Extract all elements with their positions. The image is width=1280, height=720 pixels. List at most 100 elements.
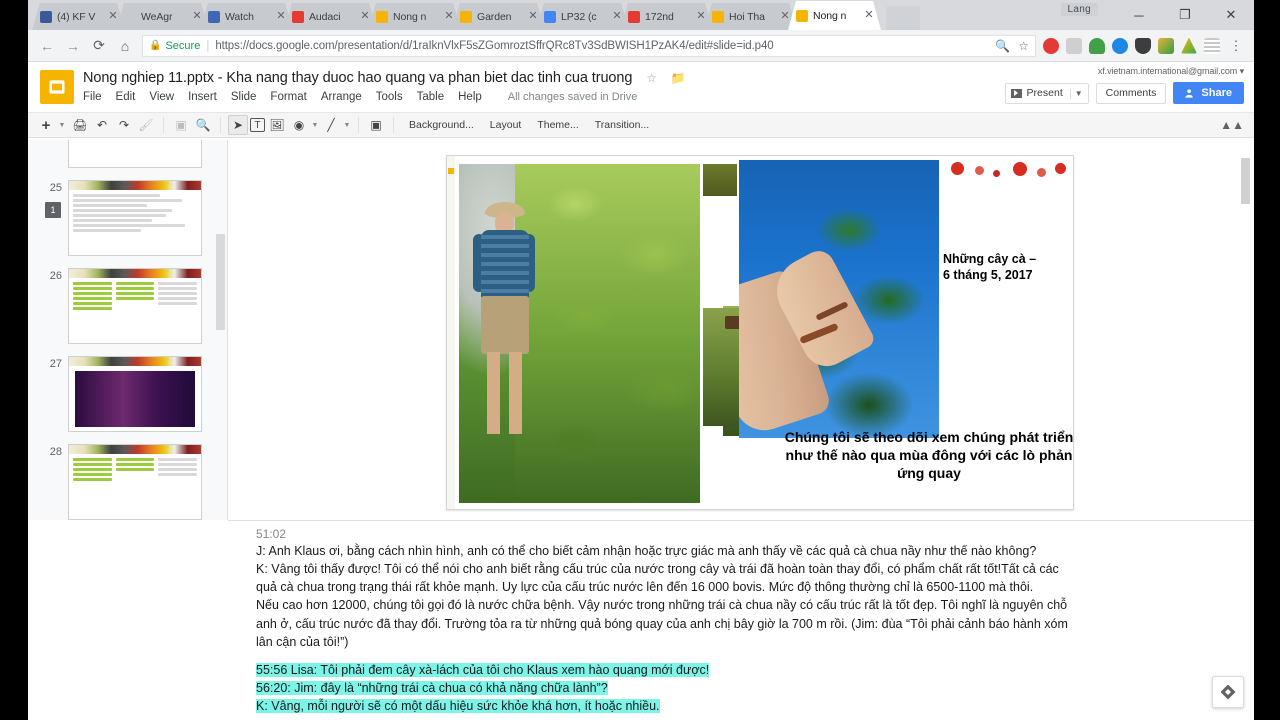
- back-icon[interactable]: ←: [34, 38, 60, 54]
- menu-item-format[interactable]: Format: [270, 91, 306, 103]
- slide-thumbnail[interactable]: [68, 268, 202, 344]
- chevron-down-icon[interactable]: ▼: [58, 122, 66, 129]
- comments-button[interactable]: Comments: [1095, 82, 1167, 104]
- url-separator: |: [206, 39, 210, 52]
- star-icon[interactable]: ☆: [646, 71, 657, 85]
- shape-icon[interactable]: ◉: [289, 115, 309, 135]
- browser-toolbar: ← → ⟳ ⌂ 🔒 Secure | https://docs.google.c…: [28, 30, 1254, 62]
- chevron-down-icon[interactable]: ▼: [343, 122, 351, 129]
- chevron-down-icon[interactable]: ▼: [311, 122, 319, 129]
- slide-thumbnail[interactable]: [68, 180, 202, 256]
- extension-translate-icon[interactable]: [1158, 37, 1174, 54]
- extension-tree-icon[interactable]: [1089, 37, 1105, 54]
- menu-item-file[interactable]: File: [83, 91, 102, 103]
- filmstrip-slide-27[interactable]: 27: [28, 350, 227, 438]
- minimize-button[interactable]: ─: [1116, 8, 1162, 23]
- search-icon[interactable]: 🔍: [995, 39, 1010, 53]
- filmstrip-slide-28[interactable]: 28: [28, 438, 227, 520]
- close-icon[interactable]: ✕: [527, 11, 539, 22]
- close-window-button[interactable]: ✕: [1208, 7, 1254, 23]
- extension-timer-icon[interactable]: [1043, 37, 1059, 54]
- paint-format-icon[interactable]: 🖌: [136, 115, 156, 135]
- line-icon[interactable]: ╱: [321, 115, 341, 135]
- chevron-down-icon[interactable]: ▼: [1069, 88, 1083, 98]
- menu-item-help[interactable]: Help: [458, 91, 482, 103]
- browser-tab[interactable]: 172nd ✕: [620, 3, 713, 30]
- layout-icon[interactable]: ▣: [366, 115, 386, 135]
- menu-item-tools[interactable]: Tools: [376, 91, 403, 103]
- folder-icon[interactable]: 📁: [671, 71, 686, 85]
- image-icon[interactable]: 🖼: [267, 115, 287, 135]
- zoom-icon[interactable]: 🔍: [193, 115, 213, 135]
- address-bar[interactable]: 🔒 Secure | https://docs.google.com/prese…: [142, 34, 1036, 57]
- close-icon[interactable]: ✕: [359, 11, 371, 22]
- extension-list-icon[interactable]: [1204, 37, 1220, 54]
- language-indicator[interactable]: Lang: [1060, 3, 1098, 16]
- close-icon[interactable]: ✕: [443, 11, 455, 22]
- filmstrip-slide-26[interactable]: 26: [28, 262, 227, 350]
- account-email[interactable]: xf.vietnam.international@gmail.com ▾: [1005, 66, 1244, 77]
- new-slide-icon[interactable]: +: [36, 115, 56, 135]
- close-icon[interactable]: ✕: [611, 11, 623, 22]
- speaker-notes-pane[interactable]: 51:02 J: Anh Klaus ơi, bằng cách nhìn hì…: [228, 520, 1254, 720]
- home-icon[interactable]: ⌂: [112, 38, 138, 54]
- filmstrip-scrollbar[interactable]: [216, 234, 225, 330]
- canvas-scrollbar[interactable]: [1241, 158, 1250, 204]
- close-icon[interactable]: ✕: [275, 11, 287, 22]
- extension-screenshot-icon[interactable]: [1066, 37, 1082, 54]
- printer-icon[interactable]: 🖨: [70, 115, 90, 135]
- browser-tab[interactable]: WeAgr ✕: [116, 3, 209, 30]
- slide-thumbnail[interactable]: [68, 356, 202, 432]
- slide-filmstrip[interactable]: 24 25 1: [28, 140, 228, 520]
- google-slides-icon[interactable]: [40, 70, 74, 104]
- browser-tab-active[interactable]: Nong n ✕: [788, 1, 881, 30]
- textbox-icon[interactable]: T: [250, 118, 265, 132]
- fit-icon[interactable]: ▣: [171, 115, 191, 135]
- cursor-icon[interactable]: ➤: [228, 115, 248, 135]
- redo-icon[interactable]: ↷: [114, 115, 134, 135]
- extension-chat-icon[interactable]: [1112, 37, 1128, 54]
- browser-tab[interactable]: Watch ✕: [200, 3, 293, 30]
- menu-item-arrange[interactable]: Arrange: [321, 91, 362, 103]
- animation-badge[interactable]: 1: [45, 202, 61, 218]
- reload-icon[interactable]: ⟳: [86, 37, 112, 54]
- explore-button[interactable]: [1212, 676, 1244, 708]
- share-button[interactable]: Share: [1173, 82, 1244, 104]
- forward-icon[interactable]: →: [60, 38, 86, 54]
- filmstrip-slide-24[interactable]: 24: [28, 140, 227, 174]
- new-tab-button[interactable]: [886, 6, 920, 30]
- drive-icon: [544, 11, 556, 23]
- close-icon[interactable]: ✕: [779, 11, 791, 22]
- browser-tab[interactable]: Audaci ✕: [284, 3, 377, 30]
- menu-item-insert[interactable]: Insert: [188, 91, 217, 103]
- extension-drive-icon[interactable]: [1181, 37, 1197, 54]
- slide-thumbnail[interactable]: [68, 444, 202, 520]
- browser-tab[interactable]: Nong n ✕: [368, 3, 461, 30]
- close-icon[interactable]: ✕: [191, 11, 203, 22]
- background-button[interactable]: Background...: [401, 115, 482, 135]
- menu-item-slide[interactable]: Slide: [231, 91, 257, 103]
- close-icon[interactable]: ✕: [695, 11, 707, 22]
- collapse-chevron-icon[interactable]: ▲▲: [1220, 118, 1244, 132]
- present-button[interactable]: Present ▼: [1004, 82, 1089, 104]
- kebab-menu-icon[interactable]: ⋮: [1227, 38, 1245, 54]
- theme-button[interactable]: Theme...: [529, 115, 586, 135]
- maximize-button[interactable]: ❐: [1162, 7, 1208, 23]
- undo-icon[interactable]: ↶: [92, 115, 112, 135]
- menu-item-edit[interactable]: Edit: [116, 91, 136, 103]
- menu-item-view[interactable]: View: [149, 91, 174, 103]
- filmstrip-slide-25[interactable]: 25 1: [28, 174, 227, 262]
- browser-tab[interactable]: Garden ✕: [452, 3, 545, 30]
- close-icon[interactable]: ✕: [107, 11, 119, 22]
- close-icon[interactable]: ✕: [863, 10, 875, 21]
- menu-item-table[interactable]: Table: [417, 91, 445, 103]
- slide-thumbnail[interactable]: [68, 140, 202, 168]
- star-icon[interactable]: ☆: [1018, 39, 1029, 53]
- browser-tab[interactable]: (4) KF V ✕: [32, 3, 125, 30]
- browser-tab[interactable]: LP32 (c ✕: [536, 3, 629, 30]
- current-slide[interactable]: Những cây cà – 6 tháng 5, 2017 Chúng tôi…: [446, 155, 1074, 510]
- browser-tab[interactable]: Hoi Tha ✕: [704, 3, 797, 30]
- extension-shield-icon[interactable]: [1135, 37, 1151, 54]
- transition-button[interactable]: Transition...: [587, 115, 657, 135]
- layout-button[interactable]: Layout: [482, 115, 530, 135]
